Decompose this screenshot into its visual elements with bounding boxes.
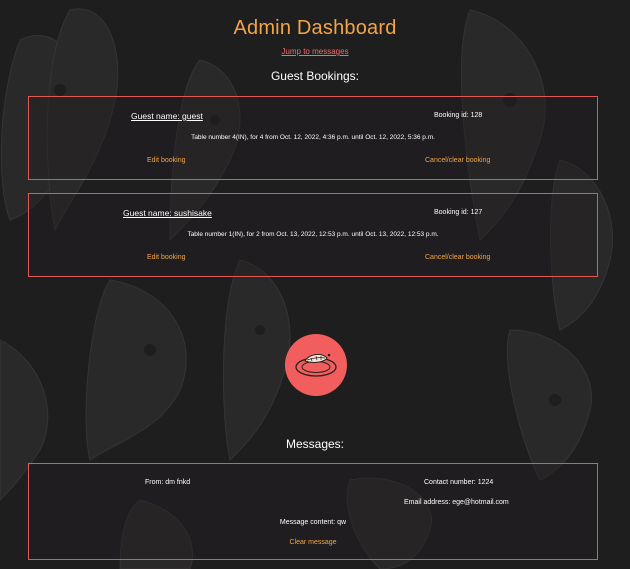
guest-name: Guest name: guest <box>131 111 203 121</box>
booking-details: Table number 4(IN), for 4 from Oct. 12, … <box>191 134 435 141</box>
jump-to-messages-link[interactable]: Jump to messages <box>281 47 348 56</box>
message-card: From: dm fnkd Contact number: 1224 Email… <box>28 463 598 560</box>
guest-name: Guest name: sushisake <box>123 208 212 218</box>
booking-card: Guest name: guest Booking id: 128 Table … <box>28 96 598 180</box>
message-content: Message content: qw <box>279 519 347 526</box>
page-title: Admin Dashboard <box>233 17 397 39</box>
message-contact-number: Contact number: 1224 <box>424 479 494 486</box>
booking-id: Booking id: 127 <box>434 209 483 216</box>
clear-message-button[interactable]: Clear message <box>29 539 597 546</box>
booking-details: Table number 1(IN), for 2 from Oct. 13, … <box>187 231 439 238</box>
cancel-booking-button[interactable]: Cancel/clear booking <box>425 157 490 164</box>
jump-to-messages-container: Jump to messages <box>0 47 630 56</box>
cancel-booking-button[interactable]: Cancel/clear booking <box>425 254 490 261</box>
guest-bookings-heading: Guest Bookings: <box>270 69 360 83</box>
edit-booking-button[interactable]: Edit booking <box>147 157 186 164</box>
booking-card: Guest name: sushisake Booking id: 127 Ta… <box>28 193 598 277</box>
admin-dashboard-page: Admin Dashboard Jump to messages Guest B… <box>0 0 630 569</box>
messages-heading: Messages: <box>285 437 345 451</box>
sushi-plate-logo-icon <box>285 334 347 396</box>
edit-booking-button[interactable]: Edit booking <box>147 254 186 261</box>
booking-id: Booking id: 128 <box>434 112 483 119</box>
message-from: From: dm fnkd <box>145 479 191 486</box>
message-email-address: Email address: ege@hotmail.com <box>404 499 509 506</box>
